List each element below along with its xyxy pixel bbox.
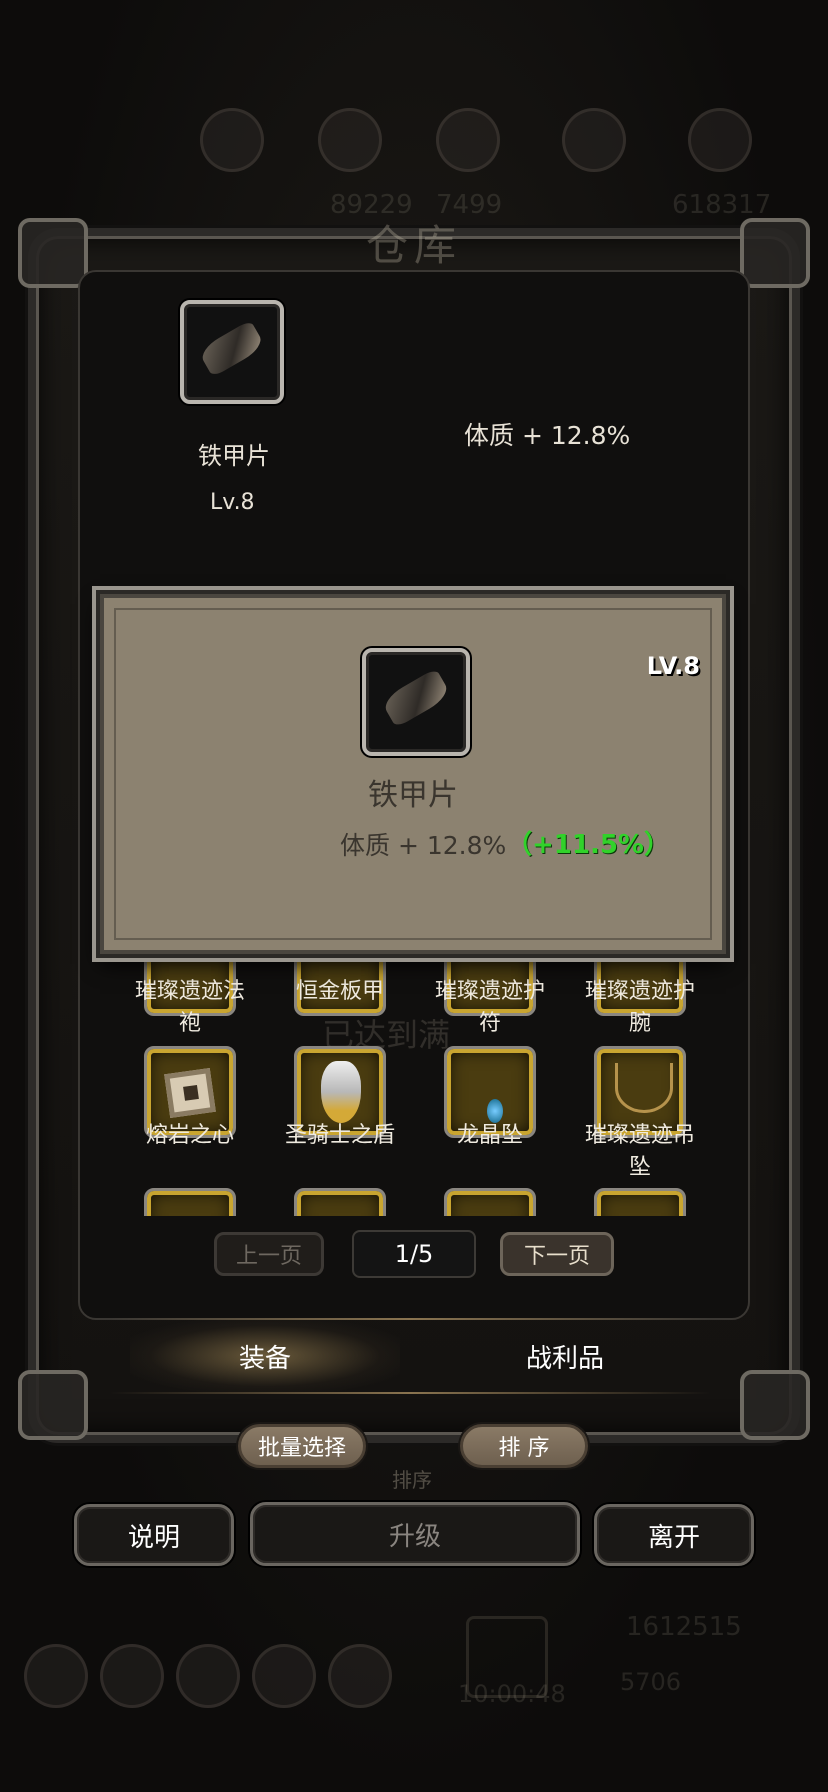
grid-row-peek [100,1188,726,1216]
selected-item-level: Lv.8 [210,490,255,515]
tab-divider [110,1392,710,1394]
tab-divider [110,1318,710,1320]
bg-menu-icon-3 [436,108,500,172]
item-detail-popup[interactable]: LV.8 铁甲片 体质 + 12.8% （+11.5%） [100,594,726,954]
popup-stat-bonus: （+11.5%） [506,830,670,860]
item-label: 璀璨遗迹护 符 [434,979,545,1036]
iron-armor-piece-icon [197,319,267,377]
bg-menu-icon-5 [688,108,752,172]
tab-loot[interactable]: 战利品 [430,1320,700,1392]
bg-timer: 10:00:48 [458,1680,566,1708]
next-page-button[interactable]: 下一页 [500,1232,614,1276]
bg-gold-value: 1612515 [626,1612,742,1642]
inventory-slot[interactable] [294,1188,386,1216]
bg-menu-icon-4 [562,108,626,172]
inventory-slot[interactable] [144,1188,236,1216]
item-label: 龙晶坠 [456,1123,523,1148]
bg-gem-value: 5706 [620,1668,682,1696]
bg-footer-icon-3 [176,1644,240,1708]
item-label: 圣骑士之盾 [284,1123,395,1148]
item-label: 熔岩之心 [145,1123,234,1148]
page-indicator: 1/5 [352,1230,476,1278]
leave-button[interactable]: 离开 [594,1504,754,1566]
popup-item-name: 铁甲片 [368,778,458,813]
sort-ghost-label: 排序 [392,1468,432,1492]
iron-armor-piece-icon [380,668,452,728]
frame-corner-ornament [18,1370,88,1440]
relic-necklace-icon [615,1063,673,1113]
popup-item-slot [362,648,470,756]
item-label: 恒金板甲 [295,979,384,1004]
page-title: 仓库 [365,221,462,270]
upgrade-button[interactable]: 升级 [250,1502,580,1566]
selected-item-name: 铁甲片 [198,442,270,470]
bg-footer-icon-1 [24,1644,88,1708]
tab-equipment[interactable]: 装备 [130,1320,400,1392]
popup-level: LV.8 [646,652,700,680]
selected-item-stat: 体质 + 12.8% [464,421,631,450]
sort-button[interactable]: 排 序 [460,1424,588,1468]
bg-footer-icon-2 [100,1644,164,1708]
bg-footer-icon-5 [328,1644,392,1708]
item-label: 璀璨遗迹法 袍 [134,979,245,1036]
batch-select-button[interactable]: 批量选择 [238,1424,366,1468]
inventory-slot[interactable] [594,1188,686,1216]
bg-menu-icon-2 [318,108,382,172]
item-label: 璀璨遗迹吊 坠 [584,1123,695,1180]
inventory-slot[interactable] [444,1188,536,1216]
prev-page-button[interactable]: 上一页 [214,1232,324,1276]
popup-stat: 体质 + 12.8% [340,831,507,860]
paladin-shield-icon [321,1061,361,1123]
lava-heart-icon [164,1068,216,1118]
selected-item-slot[interactable] [180,300,284,404]
frame-corner-ornament [740,1370,810,1440]
help-button[interactable]: 说明 [74,1504,234,1566]
item-label: 璀璨遗迹护 腕 [584,979,695,1036]
bg-footer-icon-4 [252,1644,316,1708]
bg-menu-icon-1 [200,108,264,172]
